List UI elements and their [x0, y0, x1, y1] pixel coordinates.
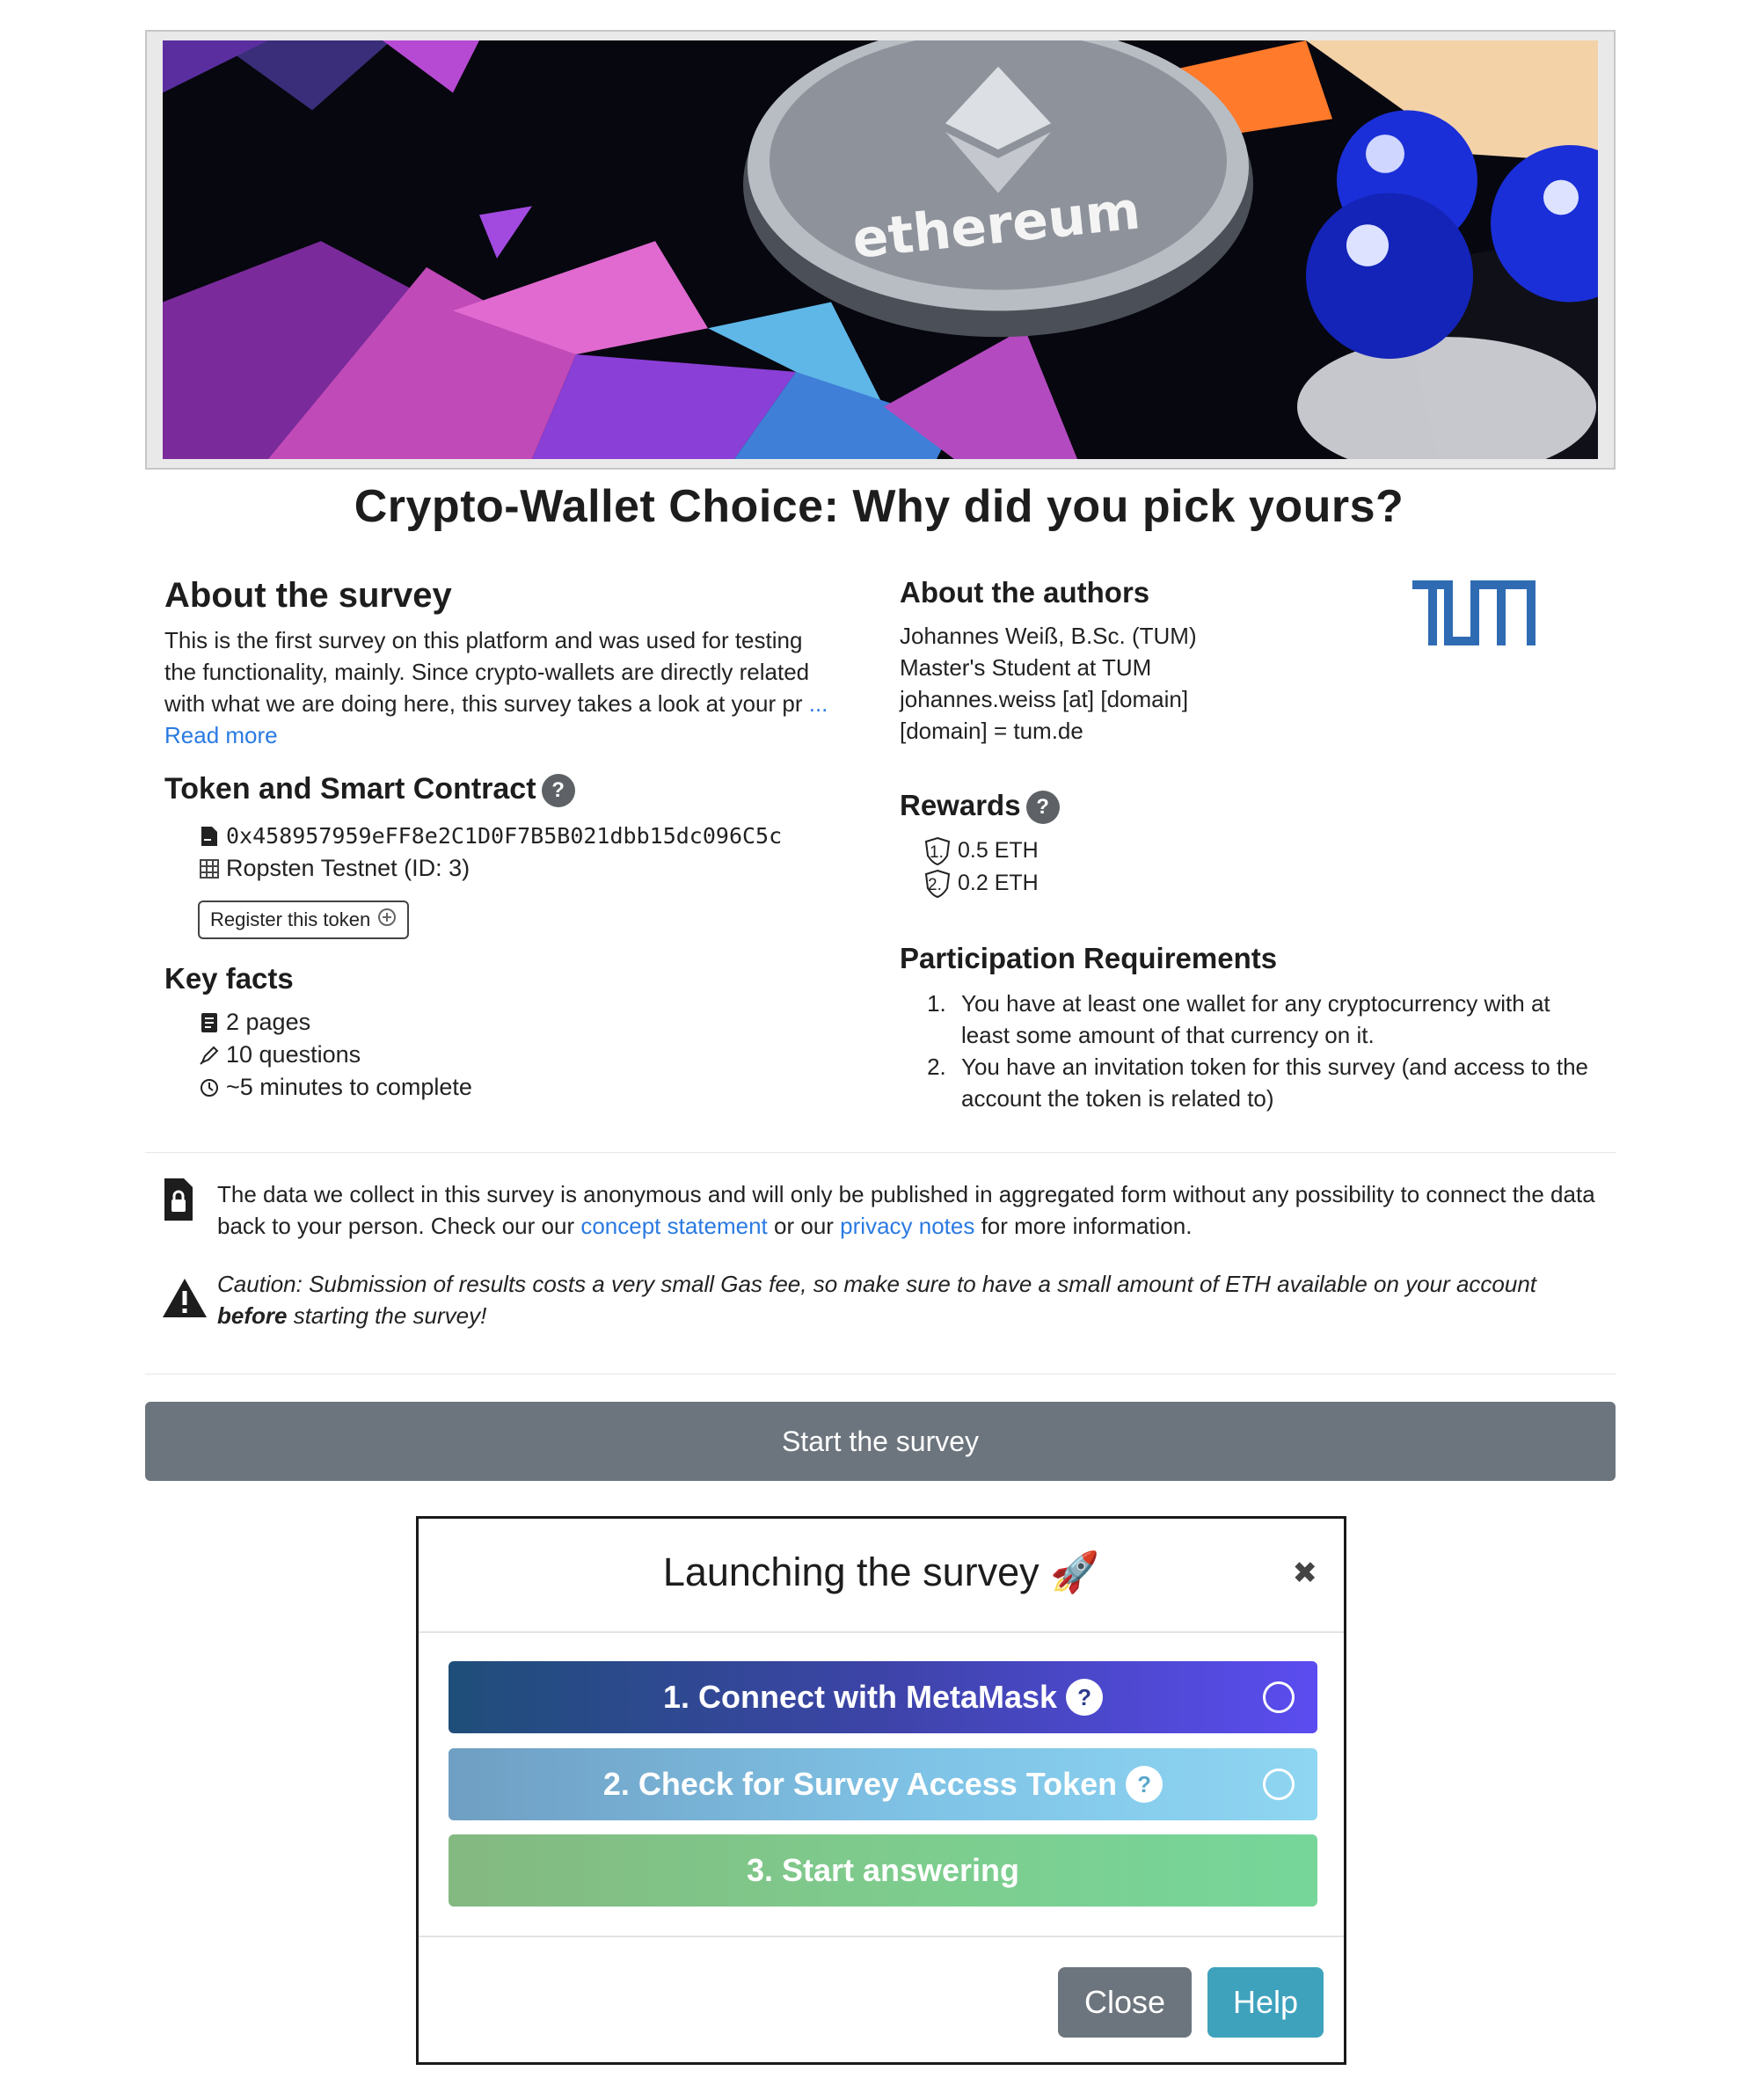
left-column: About the survey This is the first surve… [164, 576, 859, 1104]
close-icon[interactable]: ✖ [1293, 1556, 1318, 1591]
banner-image: ethereum [163, 40, 1598, 459]
tum-logo [1412, 580, 1536, 650]
modal-help-button[interactable]: Help [1207, 1967, 1324, 2038]
privacy-notes-link[interactable]: privacy notes [840, 1213, 974, 1239]
document-icon [198, 1012, 221, 1032]
divider [145, 1152, 1616, 1153]
author-role: Master's Student at TUM [900, 654, 1152, 681]
token-section: Token and Smart Contract? 0x458957959eFF… [164, 772, 859, 940]
metamask-help-icon[interactable]: ? [1066, 1679, 1104, 1716]
token-help-icon[interactable]: ? [541, 774, 575, 808]
author-domain: [domain] = tum.de [900, 718, 1083, 744]
privacy-notice: The data we collect in this survey is an… [163, 1178, 1605, 1242]
modal-header-divider [419, 1631, 1344, 1633]
token-heading: Token and Smart Contract [164, 772, 536, 806]
check-token-step[interactable]: 2. Check for Survey Access Token ? [449, 1748, 1317, 1820]
requirement-item: You have at least one wallet for any cry… [952, 988, 1603, 1051]
network-info: Ropsten Testnet (ID: 3) [198, 852, 859, 885]
launch-modal: Launching the survey 🚀 ✖ 1. Connect with… [416, 1516, 1346, 2065]
tum-logo-icon [1412, 580, 1536, 645]
banner-frame: ethereum [145, 30, 1616, 470]
caution-notice: Caution: Submission of results costs a v… [163, 1268, 1605, 1331]
network-icon [198, 858, 221, 879]
rewards-heading: Rewards [900, 789, 1021, 821]
requirements-heading: Participation Requirements [900, 942, 1278, 975]
requirement-item: You have an invitation token for this su… [952, 1051, 1603, 1114]
questions-fact: 10 questions [198, 1039, 859, 1071]
key-facts-section: Key facts 2 pages 10 questions ~5 minute… [164, 962, 859, 1104]
ellipsis-link[interactable]: ... [809, 690, 828, 717]
step2-status-radio [1263, 1768, 1295, 1800]
register-token-button[interactable]: Register this token [198, 901, 410, 940]
file-icon [198, 826, 221, 846]
modal-footer-divider [419, 1936, 1344, 1937]
rewards-section: Rewards? 1. 0.5 ETH 2. 0.2 ETH [900, 789, 1603, 900]
author-email: johannes.weiss [at] [domain] [900, 686, 1189, 712]
rewards-help-icon[interactable]: ? [1025, 791, 1060, 825]
lock-file-icon [163, 1178, 217, 1225]
key-facts-heading: Key facts [164, 962, 294, 995]
shield-icon: 1. [923, 836, 952, 866]
clock-icon [198, 1078, 221, 1097]
plus-circle-icon [377, 908, 397, 932]
shield-icon: 2. [923, 869, 952, 899]
start-answering-step[interactable]: 3. Start answering [449, 1834, 1317, 1907]
token-check-help-icon[interactable]: ? [1126, 1766, 1163, 1803]
warning-icon [163, 1268, 217, 1322]
about-survey-heading: About the survey [164, 576, 452, 615]
read-more-link[interactable]: Read more [164, 722, 278, 748]
requirements-list: You have at least one wallet for any cry… [900, 988, 1603, 1114]
pen-icon [198, 1046, 221, 1065]
contract-address: 0x458957959eFF8e2C1D0F7B5B021dbb15dc096C… [198, 820, 859, 852]
modal-title: Launching the survey 🚀 [662, 1549, 1100, 1594]
about-survey-text: This is the first survey on this platfor… [164, 627, 828, 748]
right-column: About the authors Johannes Weiß, B.Sc. (… [900, 576, 1603, 1114]
duration-fact: ~5 minutes to complete [198, 1071, 859, 1104]
concept-statement-link[interactable]: concept statement [580, 1213, 767, 1239]
modal-close-button[interactable]: Close [1058, 1967, 1192, 2038]
requirements-section: Participation Requirements You have at l… [900, 942, 1603, 1114]
page-title: Crypto-Wallet Choice: Why did you pick y… [354, 481, 1404, 532]
start-survey-button[interactable]: Start the survey [145, 1402, 1616, 1481]
step1-status-radio [1263, 1681, 1295, 1713]
connect-metamask-step[interactable]: 1. Connect with MetaMask ? [449, 1661, 1317, 1733]
reward-item: 2. 0.2 ETH [923, 867, 1603, 900]
reward-item: 1. 0.5 ETH [923, 835, 1603, 867]
rocket-icon: 🚀 [1050, 1549, 1100, 1594]
pages-fact: 2 pages [198, 1006, 859, 1039]
